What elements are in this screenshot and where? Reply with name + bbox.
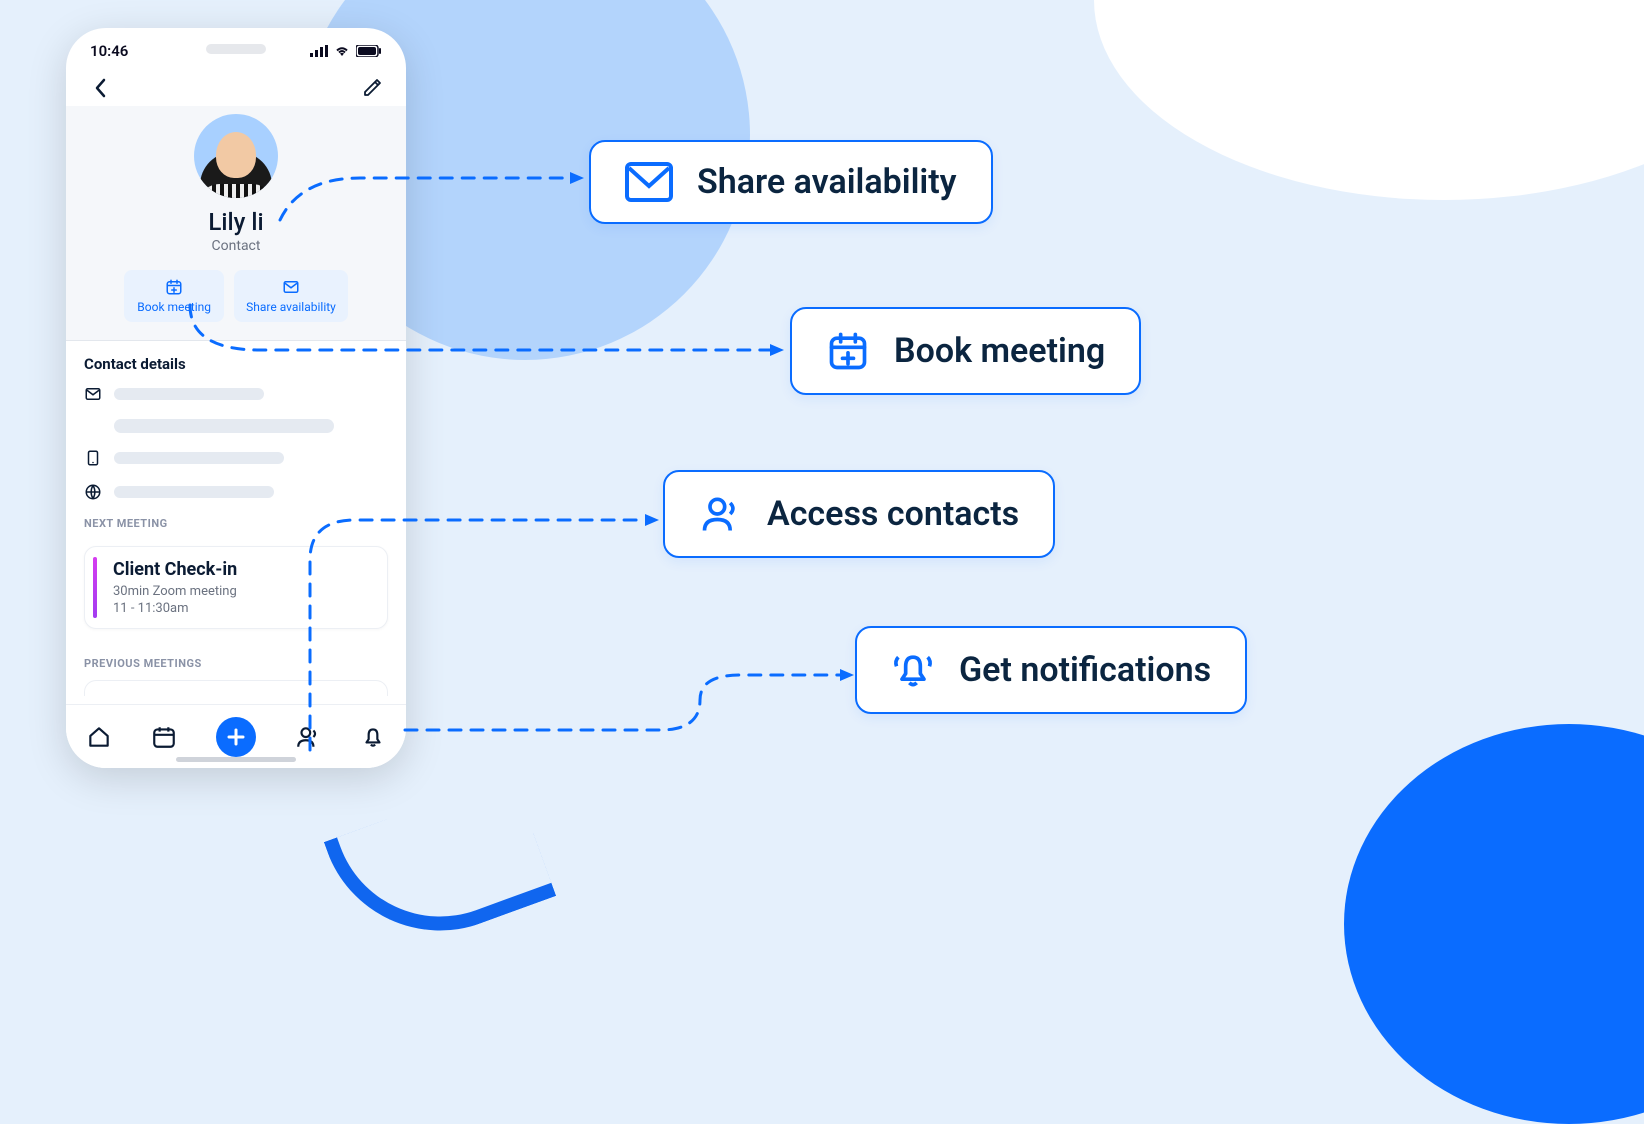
status-time: 10:46 [90,42,128,60]
meeting-title: Client Check-in [113,559,373,580]
connector-notifications [400,660,870,750]
battery-icon [356,45,382,57]
bell-ring-icon [891,648,935,692]
tablet-icon [84,449,102,467]
bg-blob-right [1094,0,1644,200]
phone-mockup: 10:46 Lily li Contact Book meeting Sh [66,28,406,768]
mail-icon [282,278,300,296]
book-meeting-label: Book meeting [137,300,211,314]
nav-row [66,66,406,106]
home-indicator [176,757,296,762]
chevron-left-icon [92,78,108,98]
detail-timezone-row[interactable] [84,483,388,501]
meeting-time: 11 - 11:30am [113,601,373,616]
next-meeting-card[interactable]: Client Check-in 30min Zoom meeting 11 - … [84,546,388,629]
meeting-subtitle: 30min Zoom meeting [113,584,373,599]
status-indicators [310,45,382,57]
share-availability-chip[interactable]: Share availability [234,270,348,322]
book-meeting-chip[interactable]: Book meeting [124,270,224,322]
contact-details-title: Contact details [84,355,388,373]
pencil-icon [362,78,382,98]
callout-label: Share availability [697,162,957,202]
tab-notifications[interactable] [360,724,386,750]
calendar-plus-icon [165,278,183,296]
back-button[interactable] [88,76,112,100]
callout-label: Access contacts [767,494,1019,534]
bg-curve-bottom [324,774,556,965]
contacts-icon [699,492,743,536]
mail-icon [625,162,673,202]
edit-button[interactable] [360,76,384,100]
detail-device-row[interactable] [84,449,388,467]
detail-email-row[interactable] [84,385,388,403]
phone-notch [206,44,266,54]
contact-details-section: Contact details NEXT MEETING [66,341,406,546]
callout-share-availability: Share availability [589,140,993,224]
meeting-stripe [93,557,97,618]
wifi-icon [334,45,350,57]
contact-role: Contact [66,238,406,254]
bell-icon [360,724,386,750]
globe-icon [84,483,102,501]
previous-meetings-title: PREVIOUS MEETINGS [84,657,388,670]
plus-icon [226,727,246,747]
avatar[interactable] [194,114,278,198]
tab-home[interactable] [86,724,112,750]
share-availability-label: Share availability [246,300,336,314]
callout-book-meeting: Book meeting [790,307,1141,395]
contacts-icon [295,724,321,750]
signal-icon [310,45,328,57]
tab-add[interactable] [216,717,256,757]
tab-calendar[interactable] [151,724,177,750]
calendar-plus-icon [826,329,870,373]
callout-label: Book meeting [894,331,1105,371]
callout-access-contacts: Access contacts [663,470,1055,558]
contact-name: Lily li [66,208,406,236]
next-meeting-title: NEXT MEETING [84,517,388,530]
mail-icon [84,385,102,403]
home-icon [86,724,112,750]
tab-contacts[interactable] [295,724,321,750]
callout-get-notifications: Get notifications [855,626,1247,714]
callout-label: Get notifications [959,650,1211,690]
detail-phone-row[interactable] [84,419,388,433]
bg-blob-bottom-right [1344,724,1644,1124]
profile-area: Lily li Contact Book meeting Share avail… [66,106,406,341]
calendar-icon [151,724,177,750]
